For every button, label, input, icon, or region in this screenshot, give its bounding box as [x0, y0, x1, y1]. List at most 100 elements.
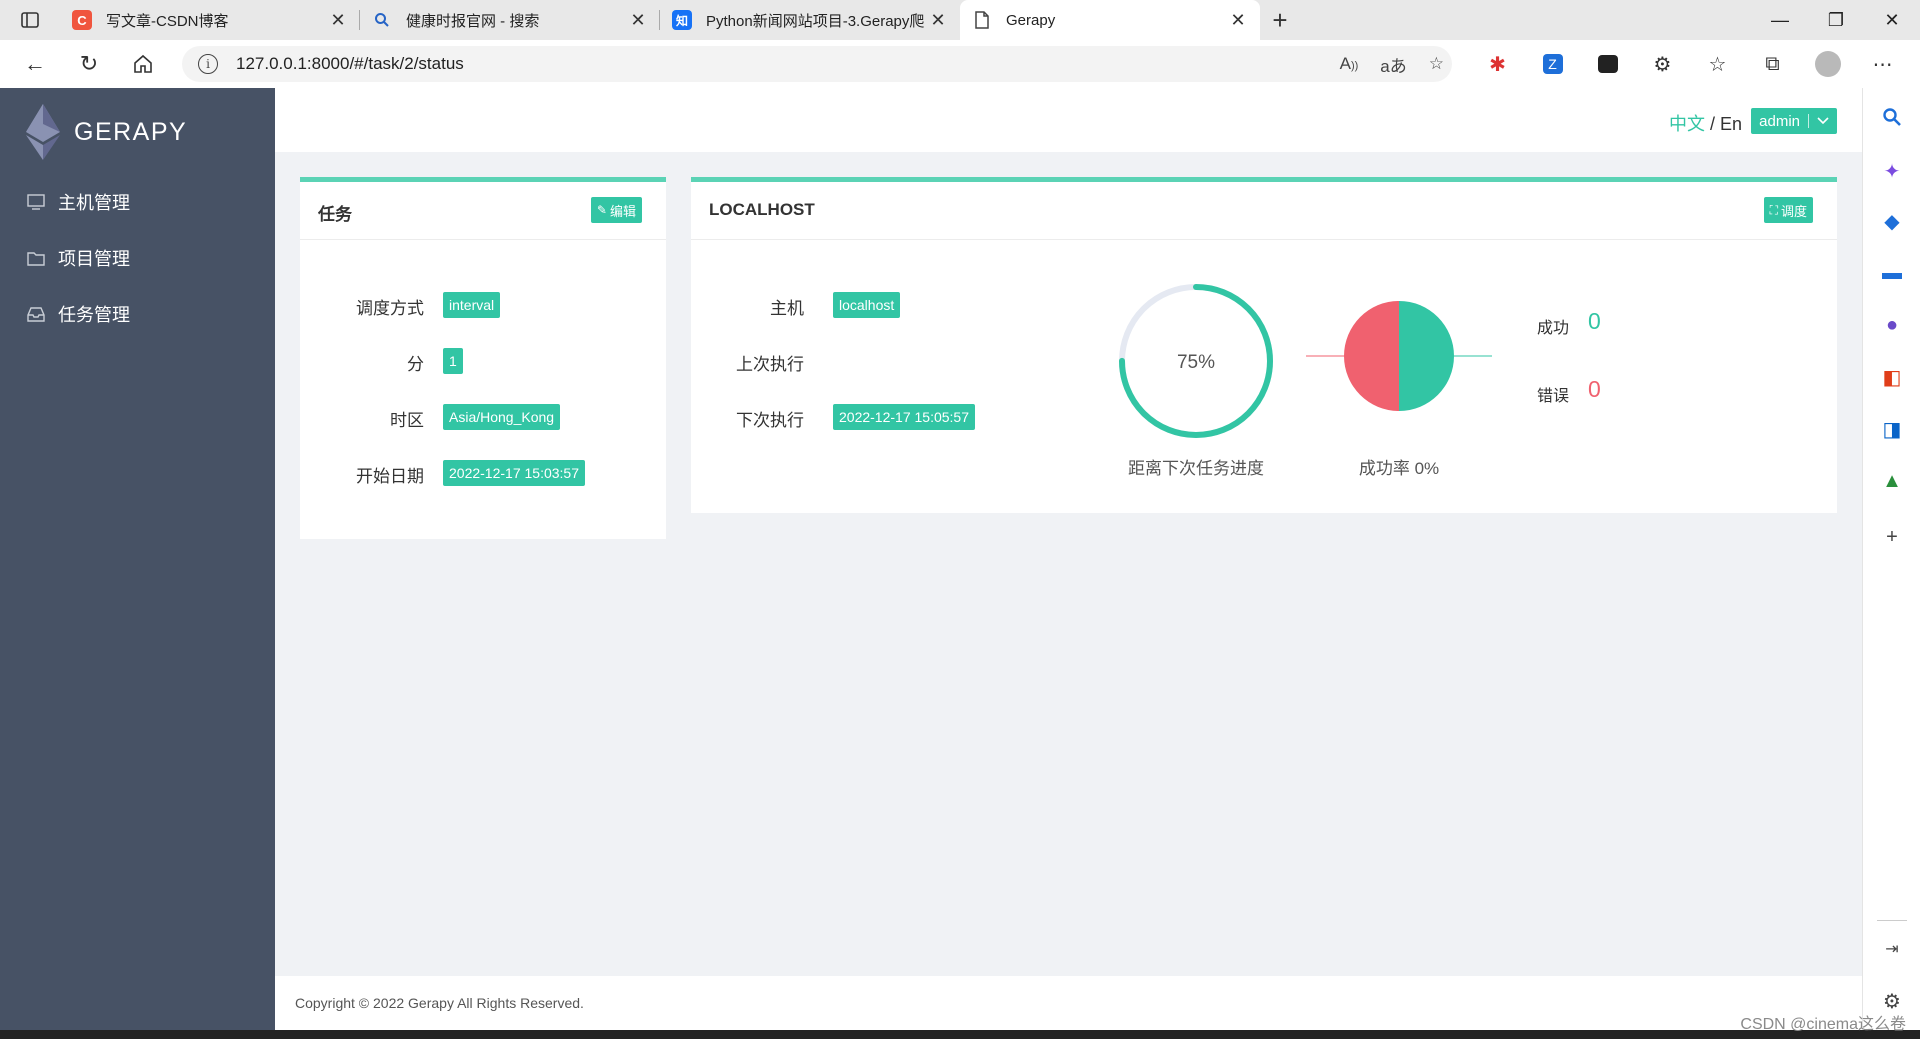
pie-slice-success — [1399, 301, 1454, 411]
next-run-tag: 2022-12-17 15:05:57 — [833, 404, 975, 430]
host-card: LOCALHOST ⛶ 调度 主机 localhost 上次执行 下次执行 202… — [691, 177, 1837, 513]
field-label: 分 — [407, 355, 424, 374]
field-label: 下次执行 — [736, 411, 804, 430]
field-label: 时区 — [390, 411, 424, 430]
more-menu-icon[interactable]: ⋯ — [1855, 40, 1910, 88]
search-icon — [372, 10, 392, 30]
edit-button[interactable]: ✎ 编辑 — [590, 197, 642, 223]
footer: Copyright © 2022 Gerapy All Rights Reser… — [275, 976, 1862, 1030]
sitemap-icon: ⛶ — [1769, 202, 1778, 217]
reload-button[interactable]: ↻ — [62, 40, 116, 88]
logo[interactable]: GERAPY — [26, 104, 187, 160]
success-rate-pie — [1306, 301, 1492, 411]
language-switch: 中文 / En — [1669, 110, 1742, 136]
tab-actions-button[interactable] — [0, 0, 60, 40]
restore-button[interactable]: ❐ — [1808, 0, 1864, 40]
games-icon[interactable]: ● — [1863, 310, 1920, 340]
tab-title: Python新闻网站项目-3.Gerapy爬 — [706, 12, 925, 30]
sidebar-item-projects[interactable]: 项目管理 — [0, 230, 275, 286]
favorites-list-icon[interactable]: ☆ — [1690, 40, 1745, 88]
success-rate-caption: 成功率 0% — [1358, 459, 1440, 478]
new-tab-button[interactable]: + — [1260, 0, 1300, 40]
browser-tab-4-active[interactable]: Gerapy ✕ — [960, 0, 1260, 40]
schedule-button[interactable]: ⛶ 调度 — [1763, 197, 1813, 223]
browser-tab-1[interactable]: C 写文章-CSDN博客 ✕ — [60, 0, 360, 40]
back-arrow-icon: ← — [24, 51, 46, 76]
translate-icon[interactable]: aあ — [1380, 52, 1406, 77]
user-name: admin — [1759, 112, 1800, 130]
sidebar-item-label: 任务管理 — [58, 305, 130, 325]
browser-tab-2[interactable]: 健康时报官网 - 搜索 ✕ — [360, 0, 660, 40]
favorite-star-icon[interactable]: ☆ — [1429, 54, 1444, 74]
timezone-tag: Asia/Hong_Kong — [443, 404, 561, 430]
gerapy-app: GERAPY 主机管理 项目管理 任务管理 中文 / En admin 任务 ✎… — [0, 88, 1862, 1030]
extension-colorful-icon[interactable]: ✱ — [1470, 40, 1525, 88]
folder-icon — [26, 248, 46, 268]
progress-ring: 75% — [1119, 284, 1273, 438]
sidebar-item-hosts[interactable]: 主机管理 — [0, 174, 275, 230]
shopping-tag-icon[interactable]: ◆ — [1863, 206, 1920, 236]
edit-icon: ✎ — [596, 203, 607, 217]
lang-zh-link[interactable]: 中文 — [1669, 114, 1705, 134]
user-dropdown-button[interactable]: admin — [1751, 108, 1837, 134]
tab-actions-icon — [21, 12, 39, 28]
host-card-header: LOCALHOST ⛶ 调度 — [691, 182, 1837, 240]
minimize-button[interactable]: — — [1752, 0, 1808, 40]
sidebar-item-tasks[interactable]: 任务管理 — [0, 286, 275, 342]
close-tab-icon[interactable]: ✕ — [1228, 10, 1248, 31]
hide-sidebar-icon[interactable]: ⇥ — [1863, 934, 1920, 964]
plus-icon: + — [1272, 4, 1288, 35]
tab-title: Gerapy — [1006, 11, 1056, 29]
window-controls: — ❐ ✕ — [1752, 0, 1920, 40]
home-button[interactable] — [116, 40, 170, 88]
tools-briefcase-icon[interactable]: ▬ — [1863, 258, 1920, 288]
extensions-puzzle-icon[interactable]: ⚙ — [1635, 40, 1690, 88]
site-info-icon[interactable]: i — [198, 54, 218, 74]
back-button[interactable]: ← — [8, 40, 62, 88]
close-window-button[interactable]: ✕ — [1864, 0, 1920, 40]
read-aloud-icon[interactable]: A)) — [1340, 54, 1359, 74]
logo-text: GERAPY — [74, 117, 188, 146]
sidebar: GERAPY 主机管理 项目管理 任务管理 — [0, 88, 275, 1030]
url-text[interactable]: 127.0.0.1:8000/#/task/2/status — [236, 54, 464, 74]
outlook-icon[interactable]: ◨ — [1863, 414, 1920, 444]
lang-separator: / — [1704, 114, 1720, 134]
schedule-button-label: 调度 — [1780, 203, 1807, 219]
browser-tab-3[interactable]: 知 Python新闻网站项目-3.Gerapy爬 ✕ — [660, 0, 960, 40]
copilot-sparkle-icon[interactable]: ✦ — [1863, 156, 1920, 186]
sidebar-search-icon[interactable] — [1863, 102, 1920, 132]
home-icon — [134, 54, 152, 73]
collections-icon[interactable]: ⧉ — [1745, 40, 1800, 88]
close-tab-icon[interactable]: ✕ — [328, 10, 348, 31]
progress-caption: 距离下次任务进度 — [1128, 459, 1264, 478]
profile-avatar[interactable] — [1800, 40, 1855, 88]
host-card-title: LOCALHOST — [709, 200, 815, 219]
minutes-tag: 1 — [443, 348, 463, 374]
success-count: 0 — [1588, 308, 1601, 334]
office-icon[interactable]: ◧ — [1863, 362, 1920, 392]
success-label: 成功 — [1537, 320, 1570, 337]
start-date-tag: 2022-12-17 15:03:57 — [443, 460, 585, 486]
browser-toolbar: ← ↻ i 127.0.0.1:8000/#/task/2/status A))… — [0, 40, 1920, 88]
close-tab-icon[interactable]: ✕ — [628, 10, 648, 31]
lang-en-link[interactable]: En — [1720, 114, 1742, 134]
error-label: 错误 — [1537, 388, 1570, 405]
extension-blue-icon[interactable]: Z — [1525, 40, 1580, 88]
extension-dark-icon[interactable] — [1580, 40, 1635, 88]
field-label: 主机 — [770, 299, 804, 318]
close-tab-icon[interactable]: ✕ — [928, 10, 948, 31]
tree-icon[interactable]: ▲ — [1863, 466, 1920, 496]
task-card: 任务 ✎ 编辑 调度方式 interval 分 1 时区 Asia/Hong_Ko… — [300, 177, 666, 539]
csdn-icon: C — [72, 10, 92, 30]
top-header: 中文 / En admin — [275, 88, 1862, 152]
edge-side-panel: ✦ ◆ ▬ ● ◧ ◨ ▲ + ⇥ ⚙ — [1862, 88, 1920, 1039]
page-icon — [972, 10, 992, 30]
address-bar[interactable]: i 127.0.0.1:8000/#/task/2/status A)) aあ … — [182, 46, 1452, 82]
reload-icon: ↻ — [79, 51, 99, 76]
ethereum-logo-icon — [26, 104, 60, 160]
browser-tab-bar: C 写文章-CSDN博客 ✕ 健康时报官网 - 搜索 ✕ 知 Python新闻网… — [0, 0, 1920, 40]
chevron-down-icon — [1817, 117, 1829, 125]
field-label: 上次执行 — [736, 355, 804, 374]
tab-title: 健康时报官网 - 搜索 — [406, 12, 540, 30]
add-sidebar-app-icon[interactable]: + — [1863, 522, 1920, 552]
